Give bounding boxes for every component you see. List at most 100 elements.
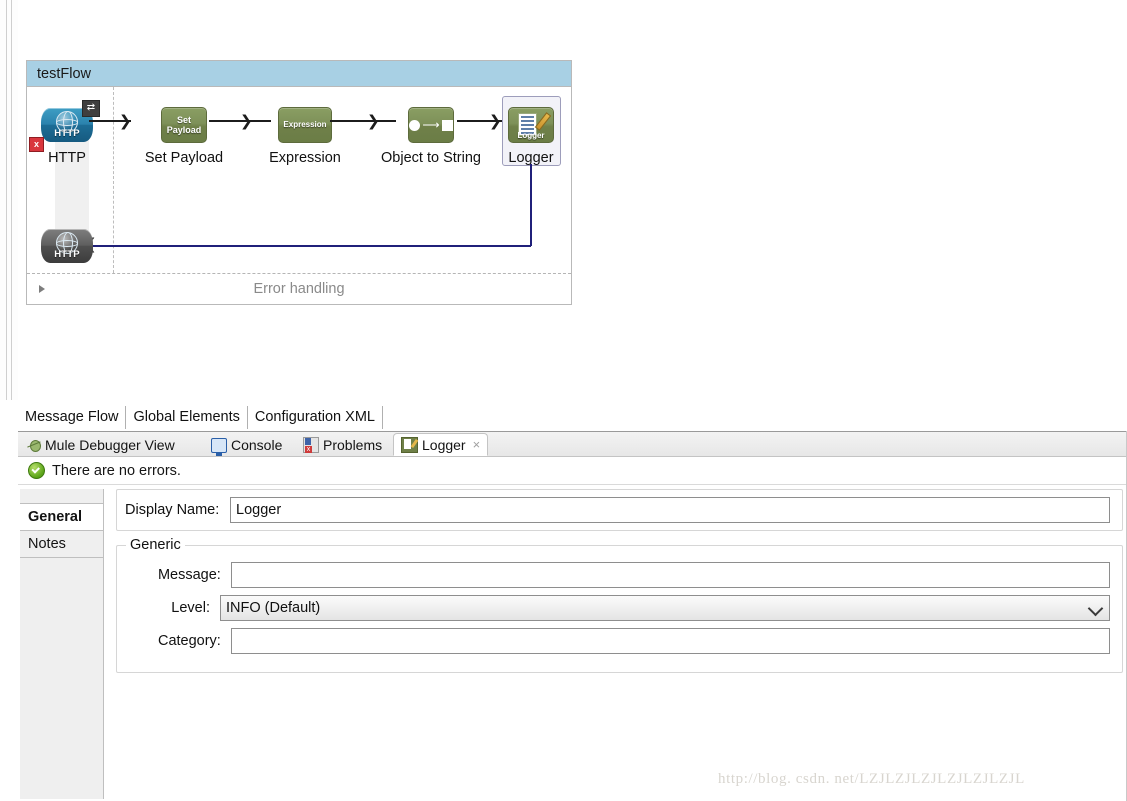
canvas-left-gutter <box>0 0 18 400</box>
message-label: Message: <box>157 567 221 583</box>
display-name-input[interactable] <box>230 497 1110 523</box>
expression-icon-text: Expression <box>283 120 327 129</box>
properties-area: General Notes Display Name: Generic Mess… <box>18 485 1127 799</box>
generic-group: Generic Message: Level: INFO (Default) C… <box>116 537 1123 673</box>
flow-container[interactable]: testFlow HTTP ⇄ x HTTP Set Payload Set P… <box>26 60 572 305</box>
view-tab-label: Console <box>231 437 283 453</box>
level-select[interactable]: INFO (Default) <box>220 595 1110 621</box>
view-tab-logger[interactable]: Logger × <box>393 433 489 456</box>
watermark-clip: http://blog. csdn. net/LZJLZJLZJLZJLZJLZ… <box>718 766 1118 792</box>
error-handling-strip[interactable]: Error handling <box>27 274 571 304</box>
category-row: Category: <box>129 626 1110 656</box>
properties-form: Display Name: Generic Message: Level: <box>116 489 1123 799</box>
set-payload-icon-line1: Set <box>176 115 191 125</box>
set-payload-icon: Set Payload <box>161 107 207 143</box>
flow-body: HTTP ⇄ x HTTP ❯ Set <box>27 87 571 274</box>
tab-configuration-xml[interactable]: Configuration XML <box>247 406 383 429</box>
error-handling-label: Error handling <box>253 281 345 297</box>
flow-node-logger[interactable]: Logger Logger <box>479 103 583 167</box>
view-tab-problems[interactable]: Problems <box>296 434 389 456</box>
object-to-string-icon: ⟶ <box>408 107 454 143</box>
http-icon-wrap: HTTP ⇄ x <box>15 100 119 152</box>
logger-icon-text: Logger <box>517 131 545 140</box>
expression-icon: Expression <box>278 107 332 143</box>
display-name-label: Display Name: <box>125 502 220 518</box>
application-window: testFlow HTTP ⇄ x HTTP Set Payload Set P… <box>0 0 1127 801</box>
display-name-row: Display Name: <box>117 490 1122 530</box>
logger-icon <box>401 436 418 453</box>
flow-node-label: HTTP <box>48 150 86 166</box>
arrow-right-icon: ⟶ <box>422 118 440 132</box>
tab-global-elements[interactable]: Global Elements <box>126 406 248 429</box>
http-endpoint-icon: HTTP ⇄ x <box>29 100 100 152</box>
pencil-icon <box>534 112 552 131</box>
flow-node-set-payload[interactable]: Set Payload Set Payload <box>132 103 236 167</box>
side-tab-notes[interactable]: Notes <box>20 531 103 558</box>
return-path-vertical <box>530 164 532 246</box>
arrow-line-1 <box>89 120 131 122</box>
category-input[interactable] <box>230 628 1110 654</box>
generic-group-legend: Generic <box>126 537 185 553</box>
expression-icon-wrap: Expression <box>253 103 357 147</box>
logger-glyph: Logger <box>516 112 552 140</box>
status-line: There are no errors. <box>18 457 1127 485</box>
close-icon[interactable]: × <box>473 437 481 452</box>
set-payload-icon-wrap: Set Payload <box>132 103 236 147</box>
message-row: Message: <box>129 560 1110 590</box>
side-tab-general[interactable]: General <box>20 504 103 531</box>
set-payload-icon-line2: Payload <box>166 125 202 135</box>
watermark-text: http://blog. csdn. net/LZJLZJLZJLZJLZJLZ… <box>718 771 1025 787</box>
http-endpoint-out-icon: HTTP <box>41 229 93 263</box>
console-icon <box>211 437 227 456</box>
bug-icon <box>27 438 41 452</box>
sync-badge-icon: ⇄ <box>82 100 100 117</box>
category-label: Category: <box>157 633 221 649</box>
message-input[interactable] <box>230 562 1110 588</box>
http-out-icon-text: HTTP <box>54 249 80 260</box>
display-name-group: Display Name: <box>116 489 1123 531</box>
object-to-string-icon-wrap: ⟶ <box>379 103 483 147</box>
arrow-chevron-3: ❯ <box>367 112 380 130</box>
http-icon-text: HTTP <box>54 128 80 139</box>
object-to-string-glyph: ⟶ <box>409 118 453 132</box>
square-shape-icon <box>441 119 453 131</box>
flow-node-http-out[interactable]: HTTP <box>15 224 119 268</box>
logger-icon: Logger <box>508 107 554 143</box>
flow-node-http[interactable]: HTTP ⇄ x HTTP <box>15 100 119 167</box>
problems-icon <box>303 437 319 453</box>
level-select-wrap: INFO (Default) <box>220 595 1110 621</box>
flow-title: testFlow <box>37 65 91 82</box>
view-tab-label: Mule Debugger View <box>45 437 175 453</box>
flow-node-object-to-string[interactable]: ⟶ Object to String <box>379 103 483 167</box>
level-row: Level: INFO (Default) <box>129 593 1110 623</box>
expand-triangle-icon[interactable] <box>39 285 45 293</box>
flow-node-label: Expression <box>269 150 341 166</box>
flow-header: testFlow <box>27 61 571 87</box>
circle-shape-icon <box>409 119 421 131</box>
bottom-view-panel: Mule Debugger View Console Problems Logg… <box>18 431 1127 801</box>
flow-node-label: Set Payload <box>144 150 224 166</box>
tab-message-flow[interactable]: Message Flow <box>18 406 127 429</box>
view-tab-label: Problems <box>323 437 383 453</box>
view-tab-console[interactable]: Console <box>204 434 289 456</box>
arrow-chevron-2: ❯ <box>240 112 253 130</box>
level-label: Level: <box>171 600 210 616</box>
properties-side-tabs[interactable]: General Notes <box>20 489 104 799</box>
flow-node-expression[interactable]: Expression Expression <box>253 103 357 167</box>
error-badge-icon: x <box>29 137 44 152</box>
ok-check-icon <box>28 462 45 479</box>
logger-icon-wrap: Logger <box>479 103 583 147</box>
return-path-horizontal <box>89 245 531 247</box>
side-tabs-cap <box>20 489 103 504</box>
editor-tab-bar[interactable]: Message Flow Global Elements Configurati… <box>18 406 1127 430</box>
view-tab-mule-debugger[interactable]: Mule Debugger View <box>20 434 182 456</box>
set-payload-icon-text: Set Payload <box>167 115 202 135</box>
view-tab-bar[interactable]: Mule Debugger View Console Problems Logg… <box>18 432 1127 457</box>
flow-node-label: Object to String <box>381 150 481 166</box>
gutter-rule-1 <box>6 0 7 400</box>
view-tab-label: Logger <box>422 436 466 453</box>
http-out-icon-wrap: HTTP <box>15 224 119 268</box>
message-flow-canvas[interactable]: testFlow HTTP ⇄ x HTTP Set Payload Set P… <box>18 0 1127 402</box>
status-text: There are no errors. <box>52 462 181 479</box>
gutter-rule-2 <box>11 0 12 400</box>
